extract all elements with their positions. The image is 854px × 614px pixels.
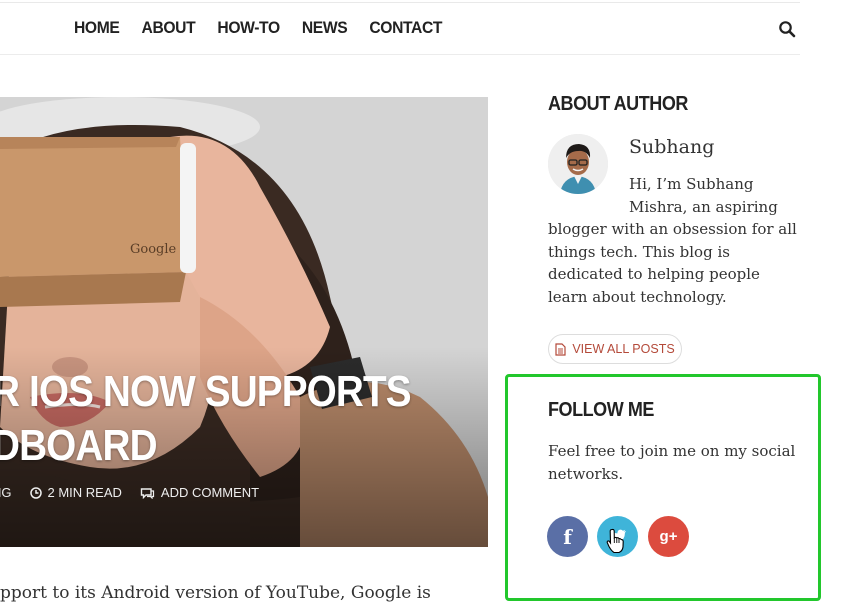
top-divider <box>0 2 800 3</box>
author-bio-rest: blogger with an obsession for all things… <box>548 220 797 306</box>
post-excerpt: pport to its Android version of YouTube,… <box>0 583 431 603</box>
featured-post-hero[interactable]: Google R IOS NOW SUPPORTS DBOARD NG 2 MI… <box>0 97 488 547</box>
read-time-label: 2 MIN READ <box>47 485 122 500</box>
about-author-title: ABOUT AUTHOR <box>548 93 688 115</box>
hero-image: Google <box>0 97 488 547</box>
post-title-line-1: R IOS NOW SUPPORTS <box>0 367 412 416</box>
follow-me-text: Feel free to join me on my social networ… <box>548 442 796 483</box>
document-icon <box>555 342 566 356</box>
comment-icon <box>140 487 155 499</box>
google-plus-button[interactable]: g+ <box>648 516 689 557</box>
nav-divider <box>0 54 800 55</box>
author-bio-line-2: Mishra, an aspiring <box>629 197 778 216</box>
nav-news[interactable]: NEWS <box>302 18 348 38</box>
follow-me-title: FOLLOW ME <box>548 399 654 421</box>
google-plus-icon: g+ <box>659 528 678 545</box>
avatar <box>548 134 608 194</box>
view-all-posts-label: VIEW ALL POSTS <box>572 342 675 356</box>
nav-contact[interactable]: CONTACT <box>369 18 442 38</box>
search-icon[interactable] <box>778 20 796 38</box>
post-title-line-2: DBOARD <box>0 421 158 470</box>
nav-about[interactable]: ABOUT <box>142 18 196 38</box>
view-all-posts-button[interactable]: VIEW ALL POSTS <box>548 334 682 364</box>
author-bio-line-1: Hi, I’m Subhang <box>629 175 754 193</box>
facebook-icon: f <box>563 524 572 549</box>
post-category[interactable]: NG <box>0 485 12 500</box>
main-nav: HOME ABOUT HOW-TO NEWS CONTACT <box>74 18 442 38</box>
facebook-button[interactable]: f <box>547 516 588 557</box>
read-time: 2 MIN READ <box>29 485 122 500</box>
author-name: Subhang <box>629 136 715 158</box>
add-comment-link[interactable]: ADD COMMENT <box>140 485 259 500</box>
hand-cursor-icon <box>606 528 624 554</box>
nav-home[interactable]: HOME <box>74 18 120 38</box>
nav-how-to[interactable]: HOW-TO <box>217 18 280 38</box>
add-comment-label: ADD COMMENT <box>160 485 260 500</box>
avatar-image <box>548 134 608 194</box>
clock-icon <box>29 486 42 499</box>
post-title[interactable]: R IOS NOW SUPPORTS DBOARD <box>0 365 412 473</box>
viewer-brand-text: Google <box>130 242 177 257</box>
post-meta: NG 2 MIN READ ADD COMMENT <box>0 485 259 500</box>
